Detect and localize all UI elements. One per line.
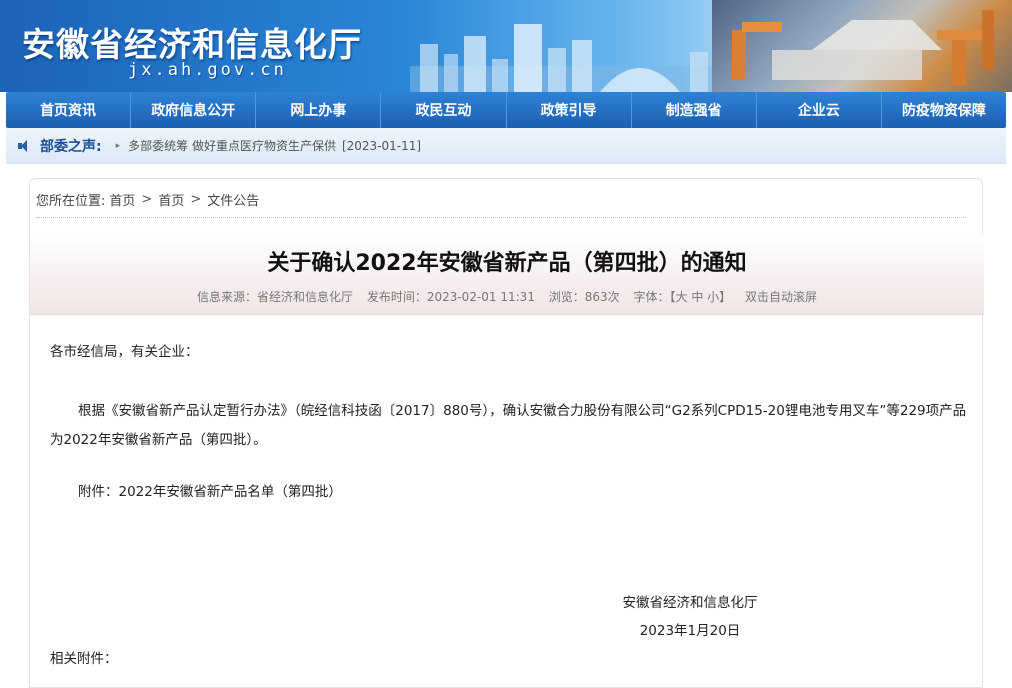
nav-item-epidemic-supplies[interactable]: 防疫物资保障 — [882, 92, 1006, 128]
breadcrumb-notices[interactable]: 文件公告 — [207, 190, 259, 209]
article-signature: 安徽省经济和信息化厅 — [622, 595, 758, 611]
autoscroll-hint: 双击自动滚屏 — [745, 290, 818, 304]
robot-arm-icon — [732, 10, 994, 85]
breadcrumb-separator: > — [190, 192, 202, 207]
news-ticker: 部委之声: ▸ 多部委统筹 做好重点医疗物资生产保供 [2023-01-11] — [6, 128, 1006, 164]
article-header: 关于确认2022年安徽省新产品（第四批）的通知 信息来源：省经济和信息化厅 发布… — [30, 235, 984, 315]
site-title: 安徽省经济和信息化厅 — [22, 25, 362, 64]
content-panel: 您所在位置: 首页 > 首页 > 文件公告 关于确认2022年安徽省新产品（第四… — [29, 178, 984, 688]
article-meta: 信息来源：省经济和信息化厅 发布时间：2023-02-01 11:31 浏览：8… — [30, 288, 984, 305]
nav-item-manufacturing[interactable]: 制造强省 — [632, 92, 757, 128]
font-size-label: 字体： — [633, 290, 670, 304]
nav-item-enterprise-cloud[interactable]: 企业云 — [757, 92, 882, 128]
breadcrumb-separator: > — [141, 192, 153, 207]
ticker-date: [2023-01-11] — [341, 138, 422, 153]
speaker-icon — [16, 139, 32, 153]
related-attachments-label: 相关附件： — [50, 651, 118, 667]
main-nav: 首页资讯 政府信息公开 网上办事 政民互动 政策引导 制造强省 企业云 防疫物资… — [6, 92, 1006, 128]
ticker-link[interactable]: 多部委统筹 做好重点医疗物资生产保供 — [128, 137, 336, 154]
breadcrumb: 您所在位置: 首页 > 首页 > 文件公告 — [36, 190, 259, 209]
ticker-arrow-icon: ▸ — [115, 140, 121, 151]
attachment-line: 附件：2022年安徽省新产品名单（第四批） — [78, 484, 342, 500]
font-size-control[interactable]: 【大 中 小】 — [670, 290, 732, 304]
article-views: 浏览：863次 — [548, 290, 620, 304]
nav-item-home-news[interactable]: 首页资讯 — [6, 92, 132, 128]
article-greeting: 各市经信局，有关企业： — [50, 344, 199, 360]
article-signature-date: 2023年1月20日 — [639, 623, 741, 639]
breadcrumb-prefix: 您所在位置: — [36, 194, 106, 209]
article-title: 关于确认2022年安徽省新产品（第四批）的通知 — [267, 251, 747, 276]
nav-item-policy[interactable]: 政策引导 — [507, 92, 632, 128]
breadcrumb-home-2[interactable]: 首页 — [158, 190, 184, 209]
divider — [36, 217, 966, 218]
nav-item-interaction[interactable]: 政民互动 — [381, 92, 507, 128]
factory-robot-image — [712, 0, 1012, 92]
site-domain: jx.ah.gov.cn — [128, 60, 287, 80]
article-paragraph: 根据《安徽省新产品认定暂行办法》（皖经信科技函〔2017〕880号），确认安徽合… — [50, 403, 967, 448]
site-banner: 安徽省经济和信息化厅 jx.ah.gov.cn — [0, 0, 1012, 92]
ticker-label: 部委之声: — [40, 138, 102, 155]
nav-item-gov-info[interactable]: 政府信息公开 — [131, 92, 257, 128]
article-source: 信息来源：省经济和信息化厅 — [196, 290, 353, 304]
breadcrumb-home[interactable]: 首页 — [109, 190, 135, 209]
nav-item-online-services[interactable]: 网上办事 — [256, 92, 382, 128]
article-published: 发布时间：2023-02-01 11:31 — [366, 290, 535, 304]
